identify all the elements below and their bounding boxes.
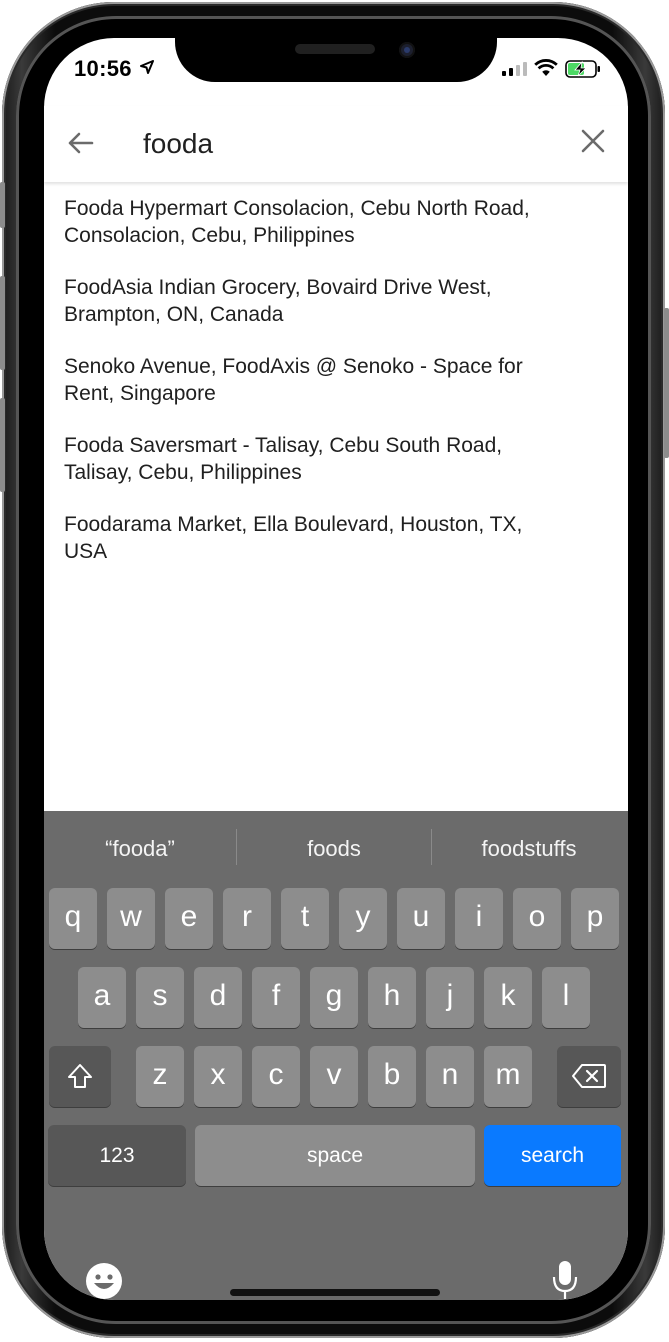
emoji-icon[interactable] (84, 1261, 124, 1300)
result-line-1: Foodarama Market, Ella Boulevard, Housto… (64, 513, 523, 536)
search-result-item[interactable]: Foodarama Market, Ella Boulevard, Housto… (64, 511, 584, 565)
volume-up-button (0, 276, 5, 370)
notch (175, 38, 497, 82)
key-h[interactable]: h (368, 967, 416, 1028)
suggestion-exact[interactable]: “fooda” (44, 829, 236, 869)
keyboard: “fooda” foods foodstuffs q w e r t y u i… (44, 811, 628, 1300)
microphone-icon[interactable] (550, 1259, 580, 1300)
search-result-item[interactable]: Fooda Saversmart - Talisay, Cebu South R… (64, 432, 584, 486)
key-x[interactable]: x (194, 1046, 242, 1107)
numbers-key[interactable]: 123 (48, 1125, 186, 1186)
key-j[interactable]: j (426, 967, 474, 1028)
key-p[interactable]: p (571, 888, 619, 949)
key-k[interactable]: k (484, 967, 532, 1028)
key-q[interactable]: q (49, 888, 97, 949)
home-indicator (230, 1289, 440, 1296)
key-c[interactable]: c (252, 1046, 300, 1107)
key-g[interactable]: g (310, 967, 358, 1028)
result-line-1: Senoko Avenue, FoodAxis @ Senoko - Space… (64, 355, 523, 378)
power-button (664, 308, 669, 458)
result-line-2: Consolacion, Cebu, Philippines (64, 224, 355, 247)
key-i[interactable]: i (455, 888, 503, 949)
suggestion-foodstuffs[interactable]: foodstuffs (432, 829, 626, 869)
result-line-2: Rent, Singapore (64, 382, 216, 405)
search-key[interactable]: search (484, 1125, 621, 1186)
result-line-1: Fooda Saversmart - Talisay, Cebu South R… (64, 434, 503, 457)
backspace-icon (572, 1064, 606, 1088)
result-line-1: FoodAsia Indian Grocery, Bovaird Drive W… (64, 276, 492, 299)
speaker (295, 44, 375, 54)
search-result-item[interactable]: Senoko Avenue, FoodAxis @ Senoko - Space… (64, 353, 584, 407)
status-time: 10:56 (74, 56, 132, 81)
key-z[interactable]: z (136, 1046, 184, 1107)
key-l[interactable]: l (542, 967, 590, 1028)
result-line-2: Talisay, Cebu, Philippines (64, 461, 302, 484)
suggestion-foods[interactable]: foods (237, 829, 431, 869)
result-line-1: Fooda Hypermart Consolacion, Cebu North … (64, 197, 530, 220)
result-line-2: Brampton, ON, Canada (64, 303, 284, 326)
result-line-2: USA (64, 540, 108, 563)
search-result-item[interactable]: Fooda Hypermart Consolacion, Cebu North … (64, 195, 584, 249)
key-y[interactable]: y (339, 888, 387, 949)
search-input[interactable]: fooda (143, 128, 213, 160)
clear-icon[interactable] (580, 128, 606, 154)
search-result-item[interactable]: FoodAsia Indian Grocery, Bovaird Drive W… (64, 274, 584, 328)
shift-icon (68, 1064, 92, 1088)
key-r[interactable]: r (223, 888, 271, 949)
key-a[interactable]: a (78, 967, 126, 1028)
wifi-icon (534, 59, 558, 76)
shift-key[interactable] (49, 1046, 111, 1107)
front-camera (399, 42, 415, 58)
volume-down-button (0, 398, 5, 492)
battery-charging-icon (565, 60, 600, 78)
key-t[interactable]: t (281, 888, 329, 949)
key-u[interactable]: u (397, 888, 445, 949)
location-arrow-icon (140, 60, 154, 74)
key-f[interactable]: f (252, 967, 300, 1028)
key-d[interactable]: d (194, 967, 242, 1028)
key-v[interactable]: v (310, 1046, 358, 1107)
screen: 10:56 fooda Fooda Hypermart Consolacion,… (44, 38, 628, 1300)
key-n[interactable]: n (426, 1046, 474, 1107)
search-header: fooda (44, 106, 628, 182)
key-m[interactable]: m (484, 1046, 532, 1107)
cellular-signal-icon (502, 62, 527, 76)
key-o[interactable]: o (513, 888, 561, 949)
back-arrow-icon[interactable] (66, 128, 96, 158)
delete-key[interactable] (557, 1046, 621, 1107)
mute-switch (0, 182, 5, 228)
key-b[interactable]: b (368, 1046, 416, 1107)
space-key[interactable]: space (195, 1125, 475, 1186)
key-e[interactable]: e (165, 888, 213, 949)
key-s[interactable]: s (136, 967, 184, 1028)
key-w[interactable]: w (107, 888, 155, 949)
